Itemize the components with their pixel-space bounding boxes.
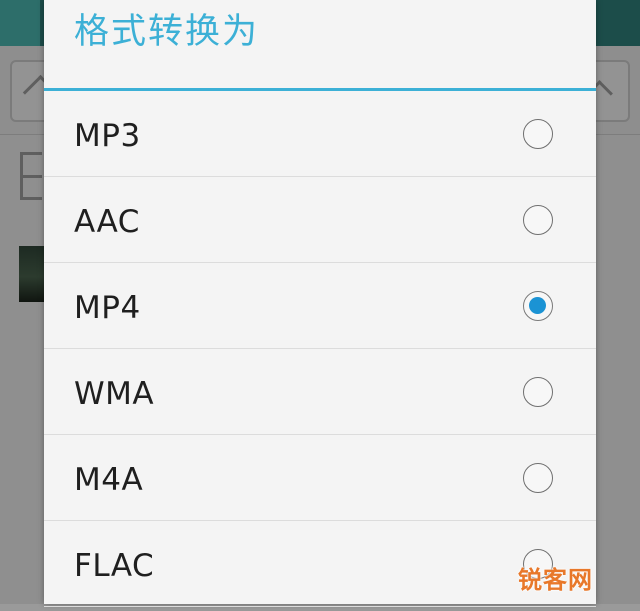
option-flac[interactable]: FLAC	[44, 521, 596, 607]
dialog-header: 格式转换为	[44, 0, 596, 91]
option-label: MP3	[74, 118, 141, 154]
format-option-list: MP3 AAC MP4 WMA M4A FLAC	[44, 91, 596, 607]
dialog-title: 格式转换为	[74, 12, 260, 52]
background-file-thumbnail	[19, 246, 45, 302]
radio-button-icon[interactable]	[523, 205, 553, 235]
option-mp3[interactable]: MP3	[44, 91, 596, 177]
option-mp4[interactable]: MP4	[44, 263, 596, 349]
folder-icon	[20, 152, 42, 200]
format-convert-dialog: 格式转换为 MP3 AAC MP4 WMA M4A FLAC	[44, 0, 596, 607]
background-app-icon	[0, 0, 40, 46]
option-wma[interactable]: WMA	[44, 349, 596, 435]
watermark-logo: 锐客网	[518, 566, 593, 594]
option-label: M4A	[74, 462, 144, 498]
radio-button-icon[interactable]	[523, 377, 553, 407]
option-label: MP4	[74, 290, 141, 326]
option-m4a[interactable]: M4A	[44, 435, 596, 521]
radio-button-icon[interactable]	[523, 119, 553, 149]
radio-button-icon[interactable]	[523, 463, 553, 493]
option-aac[interactable]: AAC	[44, 177, 596, 263]
option-label: AAC	[74, 204, 140, 240]
radio-button-icon[interactable]	[523, 291, 553, 321]
option-label: FLAC	[74, 548, 155, 584]
option-label: WMA	[74, 376, 155, 412]
